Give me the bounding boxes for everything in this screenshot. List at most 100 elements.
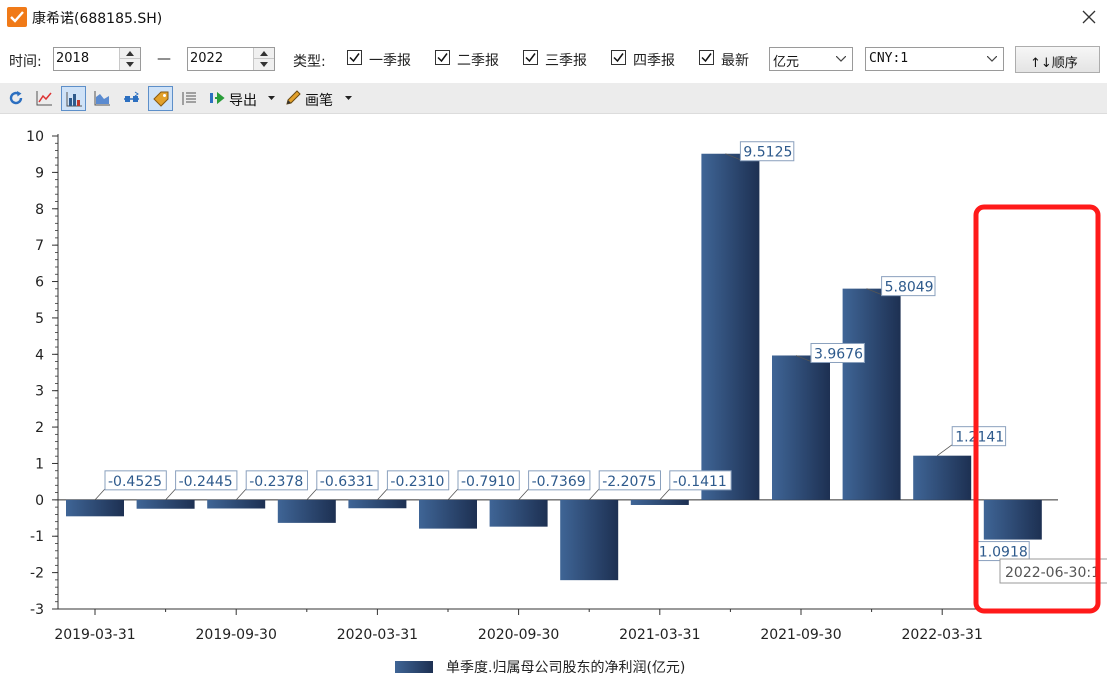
y-tick-label: 3 [35,384,44,400]
q3-checkbox[interactable] [523,50,538,65]
bar-2020-06-30 [419,499,477,529]
data-label-leader [447,488,459,501]
bar-2021-06-30 [701,153,760,500]
arrow-up-icon [126,51,134,56]
export-icon-button[interactable] [205,86,230,111]
bar-2020-12-31 [560,499,619,581]
y-tick-label: 4 [35,347,44,363]
to-year-up-button[interactable] [254,48,274,59]
q4-checkbox-label[interactable]: 四季报 [633,50,675,70]
app-window: 康希诺(688185.SH) 时间: 2018 — 2022 类型: 一季报 二… [0,0,1107,683]
area-chart-button[interactable] [90,86,115,111]
latest-checkbox-label[interactable]: 最新 [721,50,749,70]
from-year-down-button[interactable] [120,59,140,70]
legend-swatch [395,661,433,673]
bar-2020-09-30 [489,499,548,527]
chart-toolbar: 导出 画笔 [0,83,1107,114]
data-label: 1.2141 [955,430,1004,446]
bar-chart-button[interactable] [61,86,86,111]
refresh-button[interactable] [4,86,29,111]
bar-2019-09-30 [207,499,266,509]
to-year-value: 2022 [190,51,224,66]
table-view-button[interactable] [177,86,202,111]
line-chart-button[interactable] [32,86,57,111]
data-label: -0.2378 [249,474,303,490]
from-year-spinner[interactable]: 2018 [53,47,141,71]
arrow-up-icon [260,51,268,56]
caret-down-icon[interactable] [268,96,275,100]
y-tick-label: -3 [30,602,44,618]
to-year-down-button[interactable] [254,59,274,70]
currency-select-value: CNY:1 [869,51,909,66]
y-tick-label: 1 [35,456,44,472]
y-tick-label: 6 [35,275,44,291]
title-bar: 康希诺(688185.SH) [0,0,1107,34]
time-label: 时间: [9,54,42,70]
y-tick-label: 2 [35,420,44,436]
data-label: 9.5125 [743,145,792,161]
bar-2021-09-30 [772,355,830,500]
q1-checkbox[interactable] [347,50,362,65]
x-tick-label: 2021-09-30 [760,627,841,643]
y-tick-label: 9 [35,165,44,181]
type-label: 类型: [293,54,326,70]
x-tick-label: 2020-03-31 [337,627,418,643]
data-label-leader [659,488,671,501]
bar-2021-03-31 [630,499,689,505]
data-label: 5.8049 [885,280,934,296]
data-label: -0.6331 [320,474,374,490]
refresh-icon [9,91,23,105]
close-icon [1082,10,1096,24]
from-year-up-button[interactable] [120,48,140,59]
data-label: -0.7369 [532,474,586,490]
y-tick-label: 7 [35,238,44,254]
checkmark-icon [525,53,536,63]
data-label-leader [518,488,529,501]
to-year-spinner[interactable]: 2022 [187,47,275,71]
y-tick-label: 5 [35,311,44,327]
window-title: 康希诺(688185.SH) [32,11,163,27]
x-tick-label: 2022-03-31 [902,627,983,643]
bar-chart-icon [66,92,82,107]
bar-2021-12-31 [842,288,901,500]
bar-2019-12-31 [277,499,336,523]
q4-checkbox[interactable] [611,50,626,65]
pencil-icon [286,90,301,105]
data-label: -0.4525 [108,474,162,490]
y-tick-label: -2 [30,566,44,582]
export-icon [210,91,225,105]
sort-order-button[interactable]: ↑↓顺序 [1015,46,1100,73]
data-label: 1.0918 [979,545,1028,561]
data-label: -0.2310 [390,474,444,490]
from-year-value: 2018 [56,51,90,66]
y-tick-label: 8 [35,202,44,218]
compare-button[interactable] [119,86,144,111]
pen-menu-label[interactable]: 画笔 [305,90,333,110]
area-chart-icon [94,91,110,106]
bar-2022-06-30 [983,499,1042,540]
data-label-toggle-button[interactable] [148,86,173,111]
close-button[interactable] [1072,2,1106,32]
unit-select-value: 亿元 [773,55,800,70]
checkmark-icon [437,53,448,63]
tag-icon [153,91,169,107]
q2-checkbox[interactable] [435,50,450,65]
q3-checkbox-label[interactable]: 三季报 [545,50,587,70]
x-tick-label: 2021-03-31 [619,627,700,643]
filter-bar: 时间: 2018 — 2022 类型: 一季报 二季报 三季报 四季报 最新 亿… [0,40,1107,80]
bar-2022-03-31 [913,455,972,500]
data-label-leader [377,488,388,501]
unit-select[interactable]: 亿元 [769,47,853,71]
range-dash: — [157,51,171,67]
y-tick-label: -1 [30,529,44,545]
line-chart-icon [36,91,52,106]
export-menu-label[interactable]: 导出 [229,90,257,110]
pen-button[interactable] [281,86,306,111]
q1-checkbox-label[interactable]: 一季报 [369,50,411,70]
list-icon [182,92,196,105]
latest-checkbox[interactable] [699,50,714,65]
caret-down-icon[interactable] [345,96,352,100]
q2-checkbox-label[interactable]: 二季报 [457,50,499,70]
currency-select[interactable]: CNY:1 [865,47,1004,71]
chevron-down-icon [836,56,846,62]
